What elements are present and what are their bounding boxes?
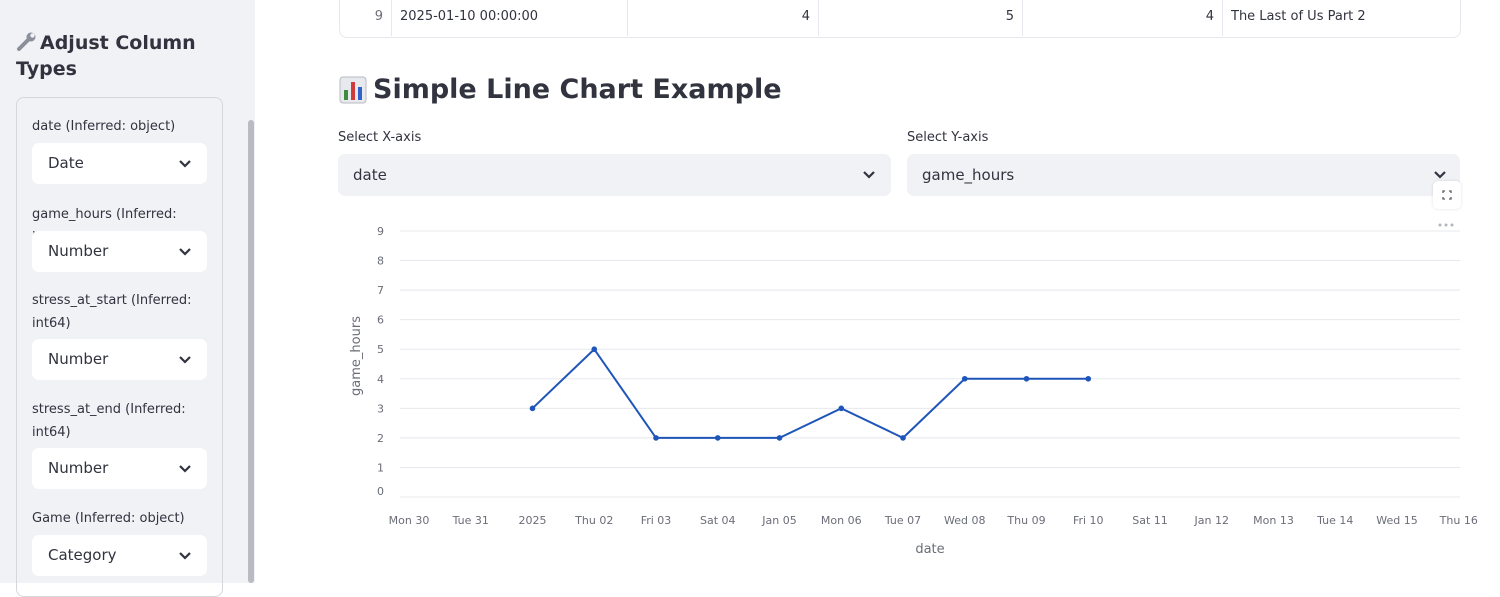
line-chart: 0 1 2 3 4 5 6 7 8 9 Mon 30 Tue 31 2025 Thu 02 Fri 03 Sa… bbox=[349, 225, 1478, 557]
data-point bbox=[900, 435, 906, 441]
y-tick-label: 8 bbox=[377, 255, 384, 268]
series-line bbox=[531, 347, 1089, 440]
y-tick-label: 3 bbox=[377, 402, 384, 415]
x-tick-label: Tue 07 bbox=[884, 514, 921, 527]
data-point bbox=[1085, 375, 1092, 382]
x-tick-label: Jan 05 bbox=[761, 514, 796, 527]
x-tick-label: Sat 04 bbox=[700, 514, 736, 527]
x-tick-label: 2025 bbox=[519, 514, 547, 527]
x-tick-label: Fri 03 bbox=[641, 514, 672, 527]
x-tick-label: Mon 06 bbox=[821, 514, 862, 527]
x-tick-label: Thu 02 bbox=[574, 514, 613, 527]
y-tick-label: 7 bbox=[377, 284, 384, 297]
data-point bbox=[591, 346, 598, 353]
y-tick-label: 9 bbox=[377, 225, 384, 238]
data-point bbox=[653, 435, 659, 441]
x-tick-label: Jan 12 bbox=[1194, 514, 1229, 527]
y-tick-label: 5 bbox=[377, 343, 384, 356]
x-tick-label: Tue 31 bbox=[452, 514, 489, 527]
data-point bbox=[838, 405, 845, 412]
data-point bbox=[529, 405, 536, 412]
y-tick-label: 0 bbox=[377, 485, 384, 498]
x-tick-label: Thu 09 bbox=[1006, 514, 1045, 527]
data-point bbox=[1023, 375, 1030, 382]
y-tick-label: 4 bbox=[377, 373, 384, 386]
x-axis-title: date bbox=[915, 542, 944, 557]
x-tick-label: Tue 14 bbox=[1316, 514, 1353, 527]
x-tick-label: Mon 30 bbox=[389, 514, 430, 527]
y-tick-label: 6 bbox=[377, 314, 384, 327]
y-axis-title: game_hours bbox=[349, 316, 364, 396]
x-tick-label: Fri 10 bbox=[1073, 514, 1104, 527]
x-tick-label: Wed 08 bbox=[944, 514, 985, 527]
data-point bbox=[776, 435, 783, 441]
x-tick-label: Mon 13 bbox=[1253, 514, 1294, 527]
x-tick-label: Sat 11 bbox=[1132, 514, 1168, 527]
data-point bbox=[961, 375, 968, 382]
x-tick-label: Wed 15 bbox=[1376, 514, 1417, 527]
y-tick-label: 1 bbox=[377, 461, 384, 474]
data-point bbox=[714, 435, 721, 441]
y-tick-label: 2 bbox=[377, 432, 384, 445]
x-tick-label: Thu 16 bbox=[1439, 514, 1478, 527]
